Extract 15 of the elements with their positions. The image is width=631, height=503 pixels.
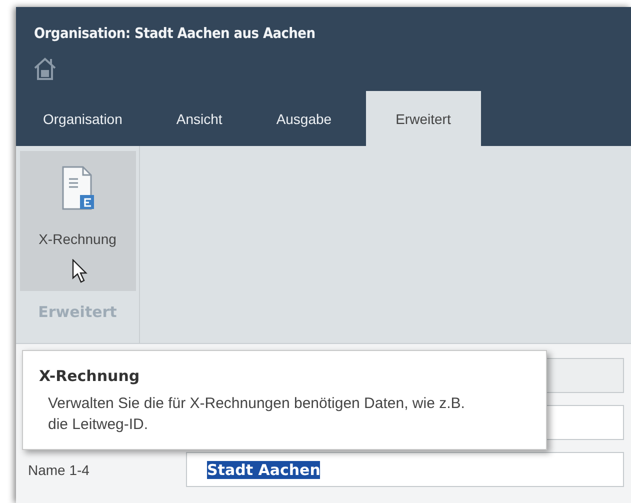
ribbon-tab[interactable]: Ausgabe <box>256 91 352 146</box>
group-label: Erweitert <box>38 303 117 321</box>
mouse-pointer-icon <box>72 259 88 283</box>
ribbon-tab[interactable]: Erweitert <box>366 91 481 146</box>
input-field[interactable] <box>547 358 624 393</box>
input-field[interactable]: Stadt Aachen <box>186 452 624 487</box>
field-label: Name 1-4 <box>28 462 90 478</box>
tooltip-text: Verwalten Sie die für X-Rechnungen benötigen Daten, wie z.B. die Leitweg-ID. <box>48 394 466 435</box>
home-icon[interactable] <box>32 56 58 82</box>
ribbon-tab[interactable]: Organisation <box>23 91 142 146</box>
input-field[interactable] <box>547 405 624 440</box>
ribbon-button[interactable]: X-Rechnung <box>20 151 136 291</box>
tooltip-title: X-Rechnung <box>39 367 141 385</box>
window-title: Organisation: Stadt Aachen aus Aachen <box>33 25 316 41</box>
ribbon-tab[interactable]: Ansicht <box>156 91 242 146</box>
